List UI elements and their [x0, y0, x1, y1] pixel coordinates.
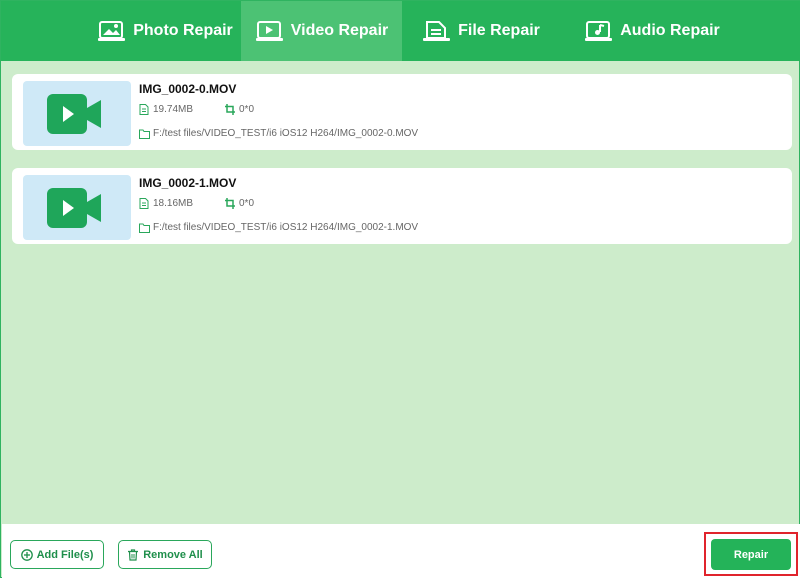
repair-button[interactable]: Repair	[711, 539, 791, 570]
folder-icon	[139, 129, 150, 139]
file-item[interactable]: IMG_0002-0.MOV 19.74MB 0*0 F:/test files…	[12, 74, 792, 150]
video-thumbnail	[23, 81, 131, 146]
trash-icon	[128, 548, 139, 561]
file-size-icon	[139, 198, 149, 209]
tab-label: Photo Repair	[133, 22, 233, 39]
photo-repair-icon	[97, 19, 127, 43]
file-name: IMG_0002-1.MOV	[139, 176, 237, 190]
file-path: F:/test files/VIDEO_TEST/i6 iOS12 H264/I…	[139, 222, 418, 233]
add-files-button[interactable]: Add File(s)	[10, 540, 104, 569]
audio-repair-icon	[584, 19, 614, 43]
tab-file-repair[interactable]: File Repair	[411, 1, 551, 61]
file-resolution: 0*0	[225, 104, 254, 115]
app-window: Photo Repair Video Repair File Repair Au…	[0, 0, 800, 578]
video-thumbnail	[23, 175, 131, 240]
tab-video-repair[interactable]: Video Repair	[241, 1, 402, 61]
file-item[interactable]: IMG_0002-1.MOV 18.16MB 0*0 F:/test files…	[12, 168, 792, 244]
crop-icon	[225, 198, 235, 209]
tab-label: File Repair	[458, 22, 540, 39]
file-path: F:/test files/VIDEO_TEST/i6 iOS12 H264/I…	[139, 128, 418, 139]
tab-photo-repair[interactable]: Photo Repair	[89, 1, 241, 61]
file-size: 18.16MB	[139, 198, 193, 209]
tab-bar: Photo Repair Video Repair File Repair Au…	[1, 1, 800, 61]
file-resolution: 0*0	[225, 198, 254, 209]
remove-all-button[interactable]: Remove All	[118, 540, 212, 569]
add-circle-icon	[20, 548, 33, 561]
tab-label: Video Repair	[290, 22, 389, 39]
bottom-action-bar: Add File(s) Remove All	[2, 524, 800, 578]
file-repair-icon	[422, 19, 452, 43]
tab-audio-repair[interactable]: Audio Repair	[573, 1, 731, 61]
folder-icon	[139, 223, 150, 233]
file-size-icon	[139, 104, 149, 115]
video-repair-icon	[255, 19, 285, 43]
video-camera-icon	[47, 188, 101, 228]
file-size: 19.74MB	[139, 104, 193, 115]
file-name: IMG_0002-0.MOV	[139, 82, 237, 96]
tab-label: Audio Repair	[620, 22, 720, 39]
video-camera-icon	[47, 94, 101, 134]
crop-icon	[225, 104, 235, 115]
